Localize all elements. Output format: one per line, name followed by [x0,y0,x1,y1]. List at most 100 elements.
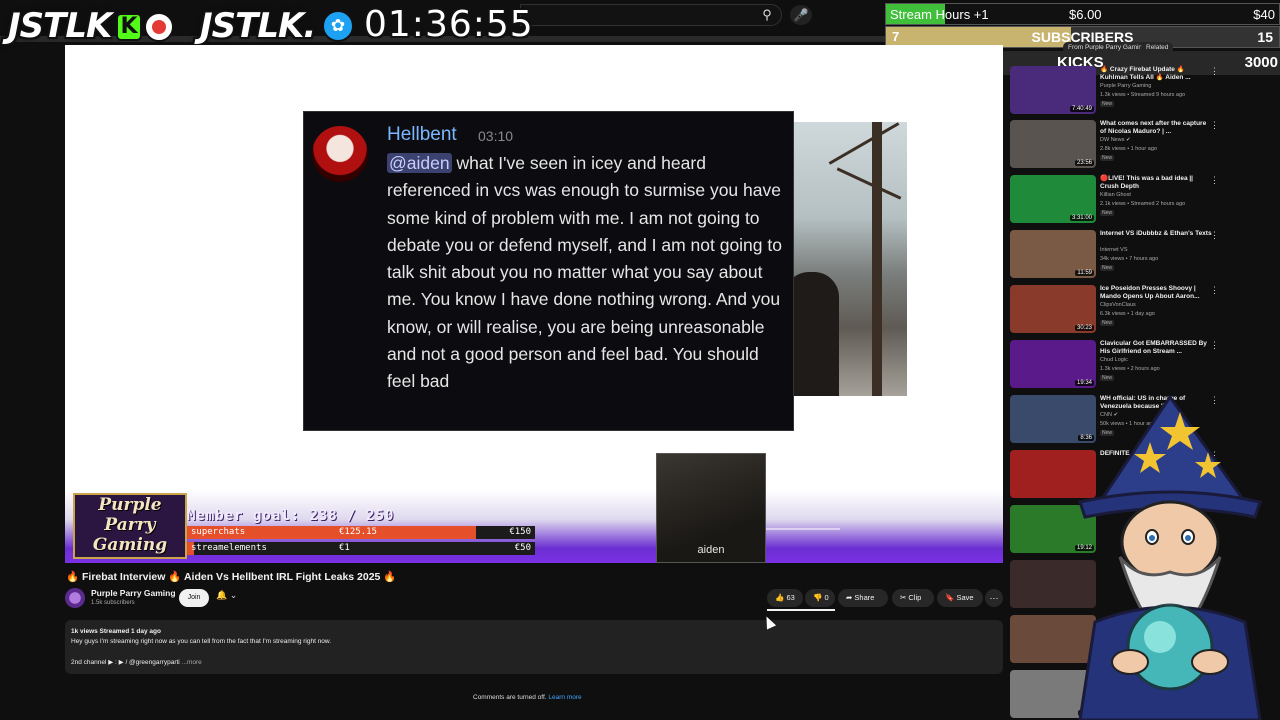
streamelements-target: €50 [514,543,531,553]
discord-timestamp: 03:10 [478,128,514,144]
recommended-channel[interactable]: DW News ✔ [1100,137,1131,143]
streamelements-value: €1 [339,543,350,553]
stream-hours-amount: $6.00 [1069,7,1102,22]
member-goal-text: Member goal: 238 / 250 [187,508,395,524]
comments-disabled-notice: Comments are turned off. Learn more [473,694,582,701]
save-button[interactable]: 🔖 Save [937,589,983,607]
more-options-icon[interactable]: ⋮ [1210,285,1219,296]
recommended-channel[interactable]: ClipsVonClaus [1100,302,1136,308]
webcam-overlay: aiden [656,453,766,563]
recommended-title[interactable]: Internet VS iDubbbz & Ethan's Texts [1100,230,1212,238]
kick-logo-icon: K [116,13,142,41]
recommended-channel[interactable]: Internet VS [1100,247,1128,253]
chip-from-channel[interactable]: From Purple Parry Gaming [1063,42,1151,54]
video-thumbnail[interactable]: 3:31:00 [1010,175,1096,223]
search-icon[interactable]: ⚲ [756,5,778,25]
discord-avatar [312,126,368,182]
video-thumbnail[interactable]: 19:34 [1010,340,1096,388]
video-title: 🔥 Firebat Interview 🔥 Aiden Vs Hellbent … [66,571,397,583]
video-thumbnail[interactable]: 30:23 [1010,285,1096,333]
recommended-meta: 6.3k views • 1 day ago [1100,311,1155,317]
recommended-title[interactable]: What comes next after the capture of Nic… [1100,120,1212,136]
new-badge: New [1100,210,1115,216]
learn-more-link[interactable]: Learn more [548,694,581,701]
description-line-2: 2nd channel ▶ : ▶ / @greengarryparti ...… [71,659,202,666]
video-duration: 23:56 [1074,160,1094,166]
share-icon: ➦ [846,593,853,602]
like-button[interactable]: 👍 63 [767,589,803,607]
stream-logo-right: JSTLK. [200,6,316,46]
bookmark-icon: 🔖 [945,593,955,602]
video-duration: 30:23 [1074,325,1094,331]
more-options-icon[interactable]: ⋮ [1210,120,1219,131]
recommended-title[interactable]: 🔥 Crazy Firebat Update 🔥 Kuhlman Tells A… [1100,66,1212,82]
record-icon [144,12,174,42]
twitter-bird-icon: ✿ [322,10,354,42]
like-ratio-bar [767,609,835,611]
new-badge: New [1100,101,1115,107]
recommended-video[interactable]: 30:23 Ice Poseidon Presses Shoovy | Mando… [1010,285,1220,335]
recommended-title[interactable]: 🔴LIVE! This was a bad idea || Crush Dept… [1100,175,1212,191]
more-options-icon[interactable]: ⋮ [1210,175,1219,186]
recommended-channel[interactable]: Purple Parry Gaming [1100,83,1151,89]
video-thumbnail[interactable]: 11:59 [1010,230,1096,278]
video-player[interactable]: Hellbent 03:10 @aiden what I've seen in … [65,45,1003,563]
video-description[interactable]: 1k views Streamed 1 day ago Hey guys I'm… [65,620,1003,674]
stream-timer: 01:36:55 [364,4,534,45]
sidebar-filter-chips: From Purple Parry Gaming Related [1003,42,1280,56]
share-button[interactable]: ➦ Share [838,589,888,607]
stream-hours-bar: Stream Hours +1 $6.00 $40 [885,3,1280,25]
video-duration: 7:40:49 [1069,106,1094,112]
stream-logo-left: JSTLK [8,6,112,46]
more-options-icon[interactable]: ⋯ [985,589,1003,607]
discord-message-screenshot: Hellbent 03:10 @aiden what I've seen in … [303,111,794,431]
wizard-mascot-overlay [1078,394,1262,720]
mic-icon[interactable]: 🎤 [790,5,812,25]
more-options-icon[interactable]: ⋮ [1210,66,1219,77]
video-duration: 11:59 [1075,270,1094,276]
chip-related[interactable]: Related [1141,42,1174,54]
superchats-goal-bar: superchats €125.15 €150 [187,526,535,539]
description-meta: 1k views Streamed 1 day ago [71,628,161,635]
channel-avatar[interactable] [65,588,85,608]
recommended-video[interactable]: 11:59 Internet VS iDubbbz & Ethan's Texts… [1010,230,1220,280]
discord-message-body: what I've seen in icey and heard referen… [387,153,782,392]
seek-bar[interactable] [765,528,840,530]
channel-name[interactable]: Purple Parry Gaming [91,588,176,598]
superchats-target: €150 [509,527,531,537]
new-badge: New [1100,155,1115,161]
search-input[interactable] [520,4,782,26]
more-options-icon[interactable]: ⋮ [1210,230,1219,241]
video-thumbnail[interactable]: 23:56 [1010,120,1096,168]
new-badge: New [1100,265,1115,271]
streamelements-goal-bar: streamelements €1 €50 [187,542,535,555]
clip-button[interactable]: ✂ Clip [892,589,934,607]
thumbs-up-icon: 👍 [775,593,785,602]
recommended-video[interactable]: 7:40:49 🔥 Crazy Firebat Update 🔥 Kuhlman … [1010,66,1220,116]
dislike-button[interactable]: 👎 0 [805,589,835,607]
recommended-channel[interactable]: Killian Ghost [1100,192,1131,198]
video-duration: 19:34 [1074,380,1094,386]
show-more-link[interactable]: ...more [182,659,202,666]
recommended-meta: 1.3k views • Streamed 9 hours ago [1100,92,1186,98]
join-button[interactable]: Join [179,589,209,607]
video-duration: 3:31:00 [1069,215,1094,221]
scissors-icon: ✂ [900,593,907,602]
new-badge: New [1100,320,1115,326]
recommended-meta: 34k views • 7 hours ago [1100,256,1159,262]
recommended-video[interactable]: 23:56 What comes next after the capture o… [1010,120,1220,170]
recommended-meta: 1.3k views • 2 hours ago [1100,366,1160,372]
notification-bell-icon[interactable]: 🔔 ⌄ [216,590,248,606]
new-badge: New [1100,375,1115,381]
recommended-video[interactable]: 19:34 Clavicular Got EMBARRASSED By His G… [1010,340,1220,390]
recommended-title[interactable]: Ice Poseidon Presses Shoovy | Mando Open… [1100,285,1212,301]
recommended-channel[interactable]: Chud Logic [1100,357,1128,363]
more-options-icon[interactable]: ⋮ [1210,340,1219,351]
recommended-video[interactable]: 3:31:00 🔴LIVE! This was a bad idea || Cru… [1010,175,1220,225]
video-thumbnail[interactable]: 7:40:49 [1010,66,1096,114]
streamelements-label: streamelements [191,543,267,553]
recommended-meta: 2.1k views • Streamed 2 hours ago [1100,201,1186,207]
superchats-value: €125.15 [339,527,377,537]
street-photo [794,122,907,396]
recommended-title[interactable]: Clavicular Got EMBARRASSED By His Girlfr… [1100,340,1212,356]
